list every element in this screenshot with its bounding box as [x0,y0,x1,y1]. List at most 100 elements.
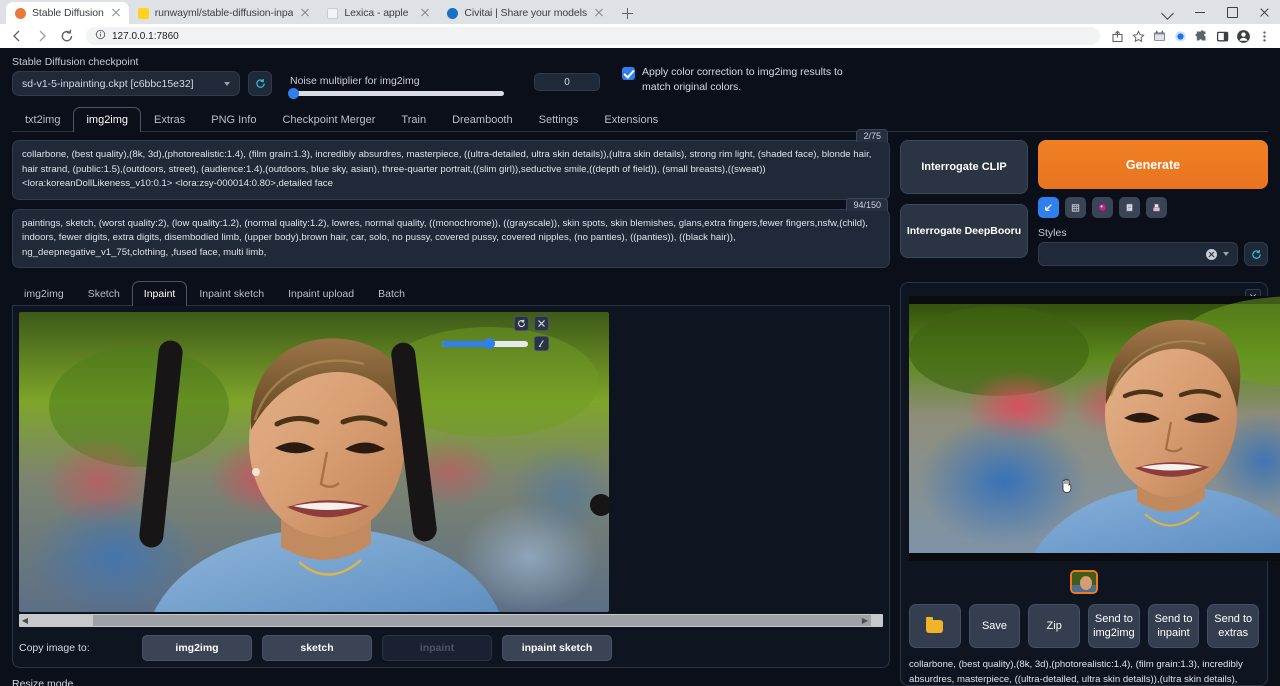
color-correction-checkbox[interactable] [622,67,635,80]
tab-checkpoint-merger[interactable]: Checkpoint Merger [269,107,388,132]
address-bar[interactable]: 127.0.0.1:7860 [86,27,1100,45]
canvas-hscrollbar[interactable]: ◀ ▶ [19,614,883,627]
tab-settings[interactable]: Settings [526,107,592,132]
subtab-inpaint-sketch[interactable]: Inpaint sketch [187,281,276,306]
subtab-inpaint-upload[interactable]: Inpaint upload [276,281,366,306]
interrogate-clip-button[interactable]: Interrogate CLIP [900,140,1028,194]
chevron-down-icon[interactable] [1223,252,1229,256]
zip-button[interactable]: Zip [1028,604,1080,648]
color-correction-group[interactable]: Apply color correction to img2img result… [622,65,857,95]
brush-size-slider[interactable] [442,341,528,347]
scroll-right-arrow-icon[interactable]: ▶ [859,616,871,625]
restore-progress-icon[interactable] [1038,197,1059,218]
tab-favicon [138,8,149,19]
undo-icon[interactable] [514,316,529,331]
paste-style-icon[interactable] [1119,197,1140,218]
kebab-menu-icon[interactable] [1255,27,1274,46]
interrogate-deepbooru-button[interactable]: Interrogate DeepBooru [900,204,1028,258]
positive-prompt-input[interactable]: collarbone, (best quality),(8k, 3d),(pho… [12,140,890,200]
interrogate-group: Interrogate CLIP Interrogate DeepBooru [900,140,1028,266]
scroll-left-arrow-icon[interactable]: ◀ [19,616,31,625]
copy-to-img2img-button[interactable]: img2img [142,635,252,661]
copy-to-inpaint-button: inpaint [382,635,492,661]
profile-avatar-icon[interactable] [1234,27,1253,46]
new-tab-button[interactable] [616,2,638,24]
copy-to-sketch-button[interactable]: sketch [262,635,372,661]
refresh-checkpoints-button[interactable] [248,71,272,96]
browser-tab[interactable]: Lexica - apple [318,2,438,24]
result-action-buttons: Save Zip Send to img2img Send to inpaint… [909,604,1259,648]
tab-close-icon[interactable] [299,7,311,19]
tab-extras[interactable]: Extras [141,107,198,132]
negative-prompt-input[interactable]: paintings, sketch, (worst quality:2), (l… [12,209,890,269]
subtab-img2img[interactable]: img2img [12,281,76,306]
tab-title: Lexica - apple [344,7,413,19]
circle-extension-icon[interactable] [1171,27,1190,46]
chevron-down-icon [224,82,230,86]
noise-slider[interactable] [290,91,504,96]
url-text: 127.0.0.1:7860 [112,31,179,42]
site-info-icon[interactable] [95,29,106,43]
calendar-extension-icon[interactable] [1150,27,1169,46]
clear-x-icon[interactable] [1206,249,1217,260]
brush-icon[interactable] [534,336,549,351]
subtab-sketch[interactable]: Sketch [76,281,132,306]
clear-canvas-icon[interactable] [534,316,549,331]
subtab-inpaint[interactable]: Inpaint [132,281,188,306]
result-thumbnail[interactable] [1070,570,1098,594]
tab-favicon [447,8,458,19]
generated-image[interactable] [909,296,1280,561]
reload-icon[interactable] [56,25,78,47]
extra-networks-icon[interactable] [1092,197,1113,218]
tab-favicon [327,8,338,19]
send-to-inpaint-button[interactable]: Send to inpaint [1148,604,1200,648]
tab-close-icon[interactable] [593,7,605,19]
tab-close-icon[interactable] [419,7,431,19]
browser-tab[interactable]: runwayml/stable-diffusion-inpa [129,2,319,24]
tab-favicon [15,8,26,19]
scroll-thumb[interactable] [93,615,871,626]
window-controls [1152,0,1280,24]
tab-img2img[interactable]: img2img [73,107,141,132]
maximize-icon[interactable] [1216,0,1248,24]
share-icon[interactable] [1108,27,1127,46]
forward-icon[interactable] [31,25,53,47]
generated-photo [909,296,1280,561]
back-icon[interactable] [6,25,28,47]
tab-close-icon[interactable] [110,7,122,19]
checkpoint-select[interactable]: sd-v1-5-inpainting.ckpt [c6bbc15e32] [12,71,240,96]
tab-dreambooth[interactable]: Dreambooth [439,107,526,132]
tab-png-info[interactable]: PNG Info [198,107,269,132]
puzzle-extension-icon[interactable] [1192,27,1211,46]
browser-tab[interactable]: Civitai | Share your models [438,2,612,24]
noise-value-input[interactable]: 0 [534,73,600,91]
window-close-icon[interactable] [1248,0,1280,24]
negative-token-counter: 94/150 [846,198,888,211]
styles-select[interactable] [1038,242,1238,266]
browser-tab[interactable]: Stable Diffusion [6,2,129,24]
generate-button[interactable]: Generate [1038,140,1268,189]
tab-txt2img[interactable]: txt2img [12,107,73,132]
clear-prompt-icon[interactable] [1065,197,1086,218]
send-to-extras-button[interactable]: Send to extras [1207,604,1259,648]
brush-size-knob[interactable] [484,338,495,349]
copy-to-inpaint-sketch-button[interactable]: inpaint sketch [502,635,612,661]
save-style-icon[interactable] [1146,197,1167,218]
save-button[interactable]: Save [969,604,1021,648]
bookmark-star-icon[interactable] [1129,27,1148,46]
open-folder-button[interactable] [909,604,961,648]
tab-search-chevron-icon[interactable] [1152,0,1184,24]
subtab-batch[interactable]: Batch [366,281,417,306]
minimize-icon[interactable] [1184,0,1216,24]
tab-extensions[interactable]: Extensions [591,107,671,132]
noise-slider-knob[interactable] [288,88,299,99]
refresh-styles-button[interactable] [1244,242,1268,266]
send-to-img2img-button[interactable]: Send to img2img [1088,604,1140,648]
tab-train[interactable]: Train [388,107,439,132]
checkpoint-toolbar: Stable Diffusion checkpoint sd-v1-5-inpa… [12,54,1268,96]
generation-info-text: collarbone, (best quality),(8k, 3d),(pho… [909,657,1259,686]
browser-chrome: Stable Diffusion runwayml/stable-diffusi… [0,0,1280,48]
copy-image-row: Copy image to: img2img sketch inpaint in… [19,635,883,661]
sidepanel-icon[interactable] [1213,27,1232,46]
inpaint-canvas[interactable] [19,312,609,612]
